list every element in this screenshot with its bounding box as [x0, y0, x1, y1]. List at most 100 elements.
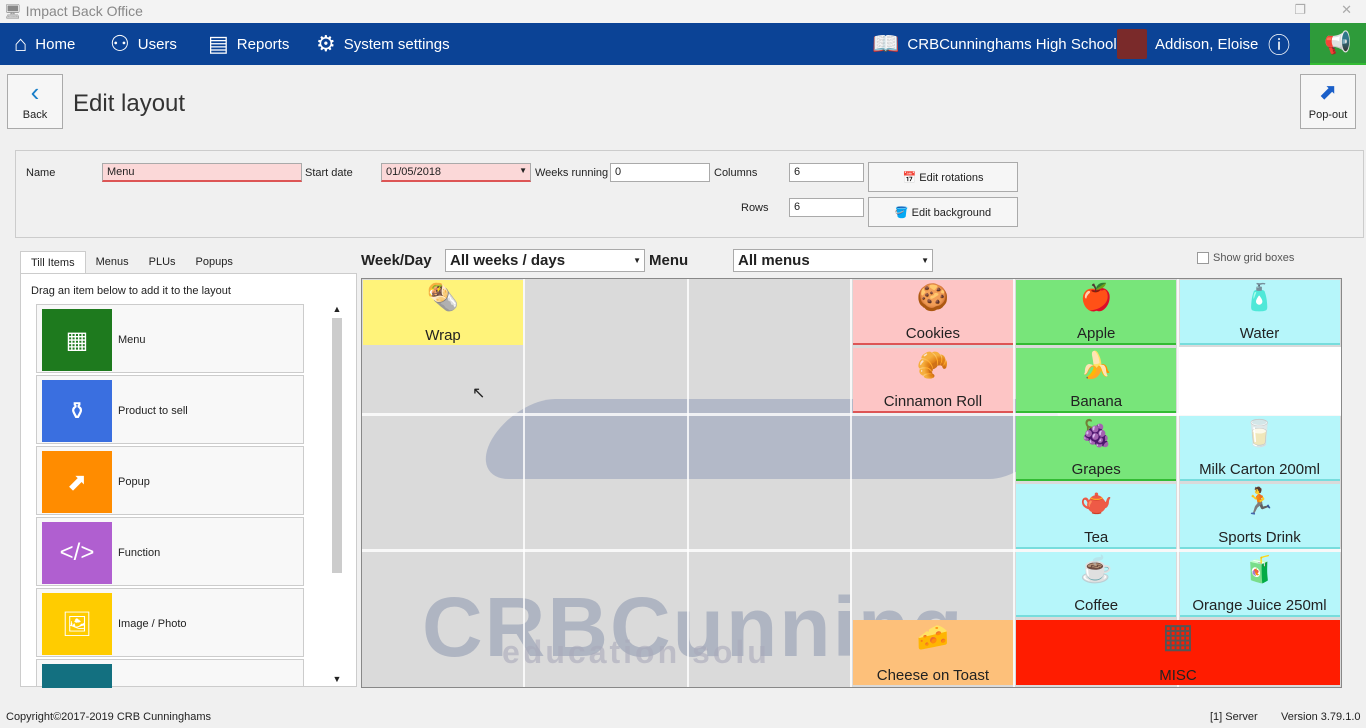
orange-juice-250ml-icon: 🧃: [1243, 554, 1276, 584]
weekday-value: All weeks / days: [450, 252, 566, 269]
misc-icon: ▦: [1161, 617, 1195, 655]
title-bar: 🖥 Impact Back Office ❐ ✕: [0, 0, 1366, 23]
tool-function[interactable]: </> Function: [36, 517, 304, 586]
layout-button-coffee[interactable]: ☕ Coffee: [1016, 552, 1177, 617]
tool-product[interactable]: ⚱ Product to sell: [36, 375, 304, 444]
version: Version 3.79.1.0: [1281, 711, 1361, 723]
gears-icon: ⚙: [316, 31, 336, 56]
cheese-on-toast-icon: 🧀: [916, 622, 950, 652]
menu-label: Menu: [649, 252, 689, 269]
tool-popup[interactable]: ⬈ Popup: [36, 446, 304, 515]
banana-icon: 🍌: [1080, 350, 1113, 380]
paint-bucket-icon: 🪣: [894, 207, 909, 219]
nav-home[interactable]: ⌂ Home: [14, 23, 75, 65]
window-title: Impact Back Office: [25, 3, 143, 19]
scroll-down-icon: ▼: [332, 674, 342, 684]
layout-button-banana[interactable]: 🍌 Banana: [1016, 348, 1177, 413]
start-date-picker[interactable]: 01/05/2018 ▼: [381, 163, 531, 182]
nav-settings-label: System settings: [343, 35, 450, 53]
school-name: CRBCunninghams High School: [907, 35, 1117, 53]
layout-button-tea[interactable]: 🫖 Tea: [1016, 484, 1177, 549]
popout-button[interactable]: ⬈ Pop-out: [1300, 74, 1356, 129]
layout-button-misc[interactable]: ▦ MISC: [1016, 617, 1340, 685]
scroll-thumb[interactable]: [332, 318, 342, 573]
restore-icon[interactable]: ❐: [1294, 2, 1306, 18]
mouse-cursor-icon: ↖: [472, 385, 486, 402]
nav-users-label: Users: [137, 35, 177, 53]
announcements-button[interactable]: 📢: [1310, 23, 1366, 65]
name-label: Name: [26, 167, 56, 179]
layout-button-label: Cheese on Toast: [876, 667, 990, 684]
layout-button-apple[interactable]: 🍎 Apple: [1016, 280, 1177, 345]
user-name: Addison, Eloise: [1155, 35, 1259, 53]
rows-input[interactable]: 6: [789, 198, 864, 217]
tool-label: Product to sell: [118, 405, 188, 417]
grid-line: [686, 279, 689, 687]
columns-input[interactable]: 6: [789, 163, 864, 182]
grid-line: [849, 279, 852, 687]
tab-plus[interactable]: PLUs: [139, 251, 186, 273]
edit-rotations-button[interactable]: 📅 Edit rotations: [868, 162, 1018, 192]
tab-till-items[interactable]: Till Items: [20, 251, 86, 273]
grid-line: [523, 279, 526, 687]
close-icon[interactable]: ✕: [1341, 2, 1352, 18]
watermark-tagline: education solu: [502, 634, 770, 670]
layout-button-orange-juice-250ml[interactable]: 🧃 Orange Juice 250ml: [1179, 552, 1340, 617]
show-grid-checkbox[interactable]: Show grid boxes: [1197, 252, 1294, 264]
tool-more[interactable]: [36, 659, 304, 688]
user-menu[interactable]: Addison, Eloise: [1117, 23, 1258, 65]
calendar-icon: 📅: [902, 172, 917, 184]
layout-button-wrap[interactable]: 🌯 Wrap: [363, 280, 523, 345]
layout-button-water[interactable]: 🧴 Water: [1179, 280, 1340, 345]
code-icon: </>: [42, 522, 112, 584]
layout-button-cheese-on-toast[interactable]: 🧀 Cheese on Toast: [852, 620, 1013, 685]
drag-hint: Drag an item below to add it to the layo…: [31, 285, 231, 297]
nav-users[interactable]: ⚇ Users: [110, 23, 177, 65]
layout-button-label: Cinnamon Roll: [883, 393, 983, 410]
palette-scrollbar[interactable]: ▲ ▼: [330, 304, 344, 684]
reports-icon: ▤: [208, 31, 229, 56]
tool-label: Image / Photo: [118, 618, 187, 630]
cookies-icon: 🍪: [916, 282, 950, 312]
layout-grid[interactable]: CRBCunning education solu 🌯 Wrap 🍪 Cookies 🥐…: [361, 278, 1342, 688]
grapes-icon: 🍇: [1080, 418, 1113, 448]
nav-reports[interactable]: ▤ Reports: [208, 23, 289, 65]
layout-button-sports-drink[interactable]: 🏃 Sports Drink: [1179, 484, 1340, 549]
menu-select[interactable]: All menus ▼: [733, 249, 933, 272]
layout-button-grapes[interactable]: 🍇 Grapes: [1016, 416, 1177, 481]
product-icon: ⚱: [42, 380, 112, 442]
layout-button-cookies[interactable]: 🍪 Cookies: [852, 280, 1013, 345]
weekday-select[interactable]: All weeks / days ▼: [445, 249, 645, 272]
tab-menus[interactable]: Menus: [86, 251, 139, 273]
edit-rotations-label: Edit rotations: [919, 172, 984, 184]
tab-popups[interactable]: Popups: [186, 251, 243, 273]
popout-label: Pop-out: [1308, 109, 1348, 121]
layout-button-label: Sports Drink: [1218, 529, 1301, 546]
dropdown-arrow-icon: ▼: [519, 166, 527, 175]
layout-button-label: Tea: [1084, 529, 1109, 546]
info-icon: ⓘ: [1268, 33, 1291, 58]
weeks-running-input[interactable]: 0: [610, 163, 710, 182]
info-button[interactable]: ⓘ: [1268, 23, 1290, 65]
edit-background-button[interactable]: 🪣 Edit background: [868, 197, 1018, 227]
menu-value: All menus: [738, 252, 810, 269]
grid-icon: ▦: [42, 309, 112, 371]
tool-menu[interactable]: ▦ Menu: [36, 304, 304, 373]
tool-image[interactable]: 🖼 Image / Photo: [36, 588, 304, 657]
back-button[interactable]: ‹ Back: [7, 74, 63, 129]
popout-icon: ⬈: [1318, 79, 1338, 104]
sports-drink-icon: 🏃: [1243, 486, 1276, 516]
wrap-icon: 🌯: [426, 282, 460, 312]
coffee-icon: ☕: [1080, 554, 1113, 584]
layout-button-milk-carton-200ml[interactable]: 🥛 Milk Carton 200ml: [1179, 416, 1340, 481]
empty-cell[interactable]: [1179, 347, 1341, 415]
back-label: Back: [22, 109, 48, 121]
layout-button-label: Orange Juice 250ml: [1192, 597, 1327, 614]
name-input[interactable]: Menu: [102, 163, 302, 182]
weeks-running-label: Weeks running: [535, 167, 609, 179]
school-selector[interactable]: 📖 CRBCunninghams High School: [872, 23, 1117, 65]
weekday-label: Week/Day: [361, 252, 432, 269]
nav-system-settings[interactable]: ⚙ System settings: [316, 23, 450, 65]
layout-button-cinnamon-roll[interactable]: 🥐 Cinnamon Roll: [852, 348, 1013, 413]
layout-button-label: Wrap: [425, 327, 461, 344]
